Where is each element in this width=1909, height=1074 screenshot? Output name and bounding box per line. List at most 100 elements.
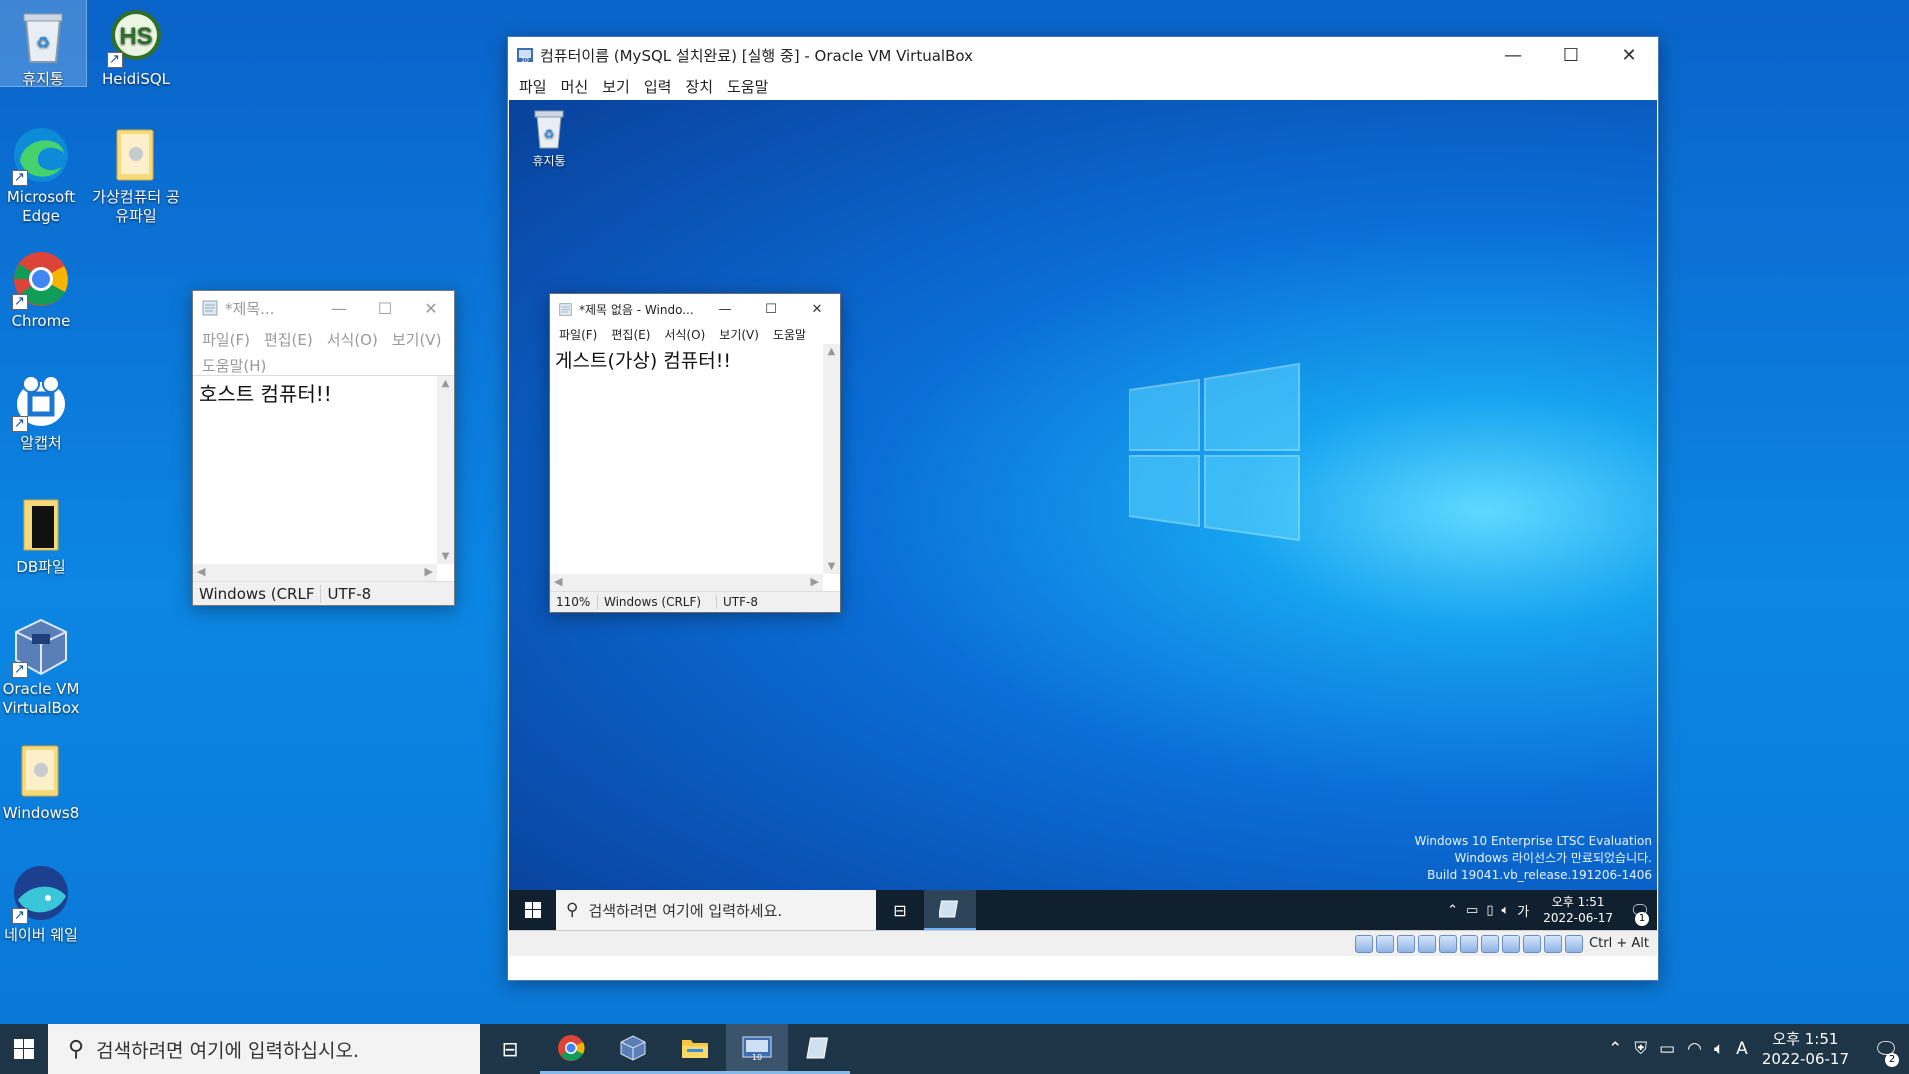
mouse-integration-status-icon[interactable] bbox=[1544, 934, 1563, 953]
recycle-bin-icon: ♻ bbox=[529, 106, 569, 150]
menu-view[interactable]: 보기(V) bbox=[385, 327, 449, 353]
menu-edit[interactable]: 편집(E) bbox=[257, 327, 320, 353]
host-notepad-window[interactable]: *제목... — ☐ ✕ 파일(F) 편집(E) 서식(O) 보기(V) 도움말… bbox=[192, 290, 455, 606]
volume-mute-icon[interactable]: 🔈︎ bbox=[1714, 1039, 1724, 1059]
menu-file[interactable]: 파일 bbox=[512, 74, 554, 99]
taskbar-notepad[interactable] bbox=[788, 1024, 850, 1074]
battery-icon[interactable]: ▭ bbox=[1659, 1039, 1675, 1059]
menu-devices[interactable]: 장치 bbox=[678, 74, 720, 99]
close-button[interactable]: ✕ bbox=[794, 294, 840, 324]
minimize-button[interactable]: — bbox=[316, 291, 362, 325]
title-bar[interactable]: *제목... — ☐ ✕ bbox=[193, 291, 454, 325]
desktop-icon-heidisql[interactable]: HS HeidiSQL bbox=[88, 0, 184, 89]
guest-desktop-icon-recycle-bin[interactable]: ♻ 휴지통 bbox=[519, 106, 579, 169]
desktop-icon-db-folder[interactable]: DB파일 bbox=[0, 488, 89, 577]
wifi-icon[interactable]: ◠ bbox=[1687, 1039, 1702, 1059]
vertical-scrollbar[interactable]: ▲ ▼ bbox=[437, 376, 454, 564]
menu-edit[interactable]: 편집(E) bbox=[604, 324, 657, 345]
menu-help[interactable]: 도움말 bbox=[720, 74, 775, 99]
security-icon[interactable]: ⛨ bbox=[1634, 1039, 1647, 1059]
network-status-icon[interactable] bbox=[1418, 934, 1437, 953]
task-view-button[interactable]: ⊟ bbox=[876, 890, 924, 930]
shortcut-arrow-icon bbox=[12, 660, 28, 679]
desktop-icon-edge[interactable]: Microsoft Edge bbox=[0, 118, 89, 226]
editor-content[interactable]: 호스트 컴퓨터!! bbox=[193, 376, 454, 409]
horizontal-scrollbar[interactable]: ◀ ▶ bbox=[550, 574, 823, 591]
menu-input[interactable]: 입력 bbox=[637, 74, 679, 99]
clock[interactable]: 오후 1:51 2022-06-17 bbox=[1762, 1029, 1849, 1069]
desktop-icon-windows8[interactable]: Windows8 bbox=[0, 734, 89, 823]
guest-notepad-window[interactable]: *제목 없음 - Windo... — ☐ ✕ 파일(F) 편집(E) 서식(O… bbox=[549, 293, 841, 613]
usb-status-icon[interactable] bbox=[1439, 934, 1458, 953]
minimize-button[interactable]: — bbox=[702, 294, 748, 324]
desktop-icon-label: 휴지통 bbox=[22, 70, 64, 88]
guest-start-button[interactable] bbox=[509, 890, 556, 930]
close-button[interactable]: ✕ bbox=[408, 291, 454, 325]
text-editor[interactable]: 호스트 컴퓨터!! ▲ ▼ ◀ ▶ bbox=[193, 375, 454, 581]
desktop-icon-shared-folder[interactable]: 가상컴퓨터 공유파일 bbox=[88, 118, 184, 226]
minimize-button[interactable]: — bbox=[1484, 37, 1542, 73]
recording-status-icon[interactable] bbox=[1502, 934, 1521, 953]
status-encoding: UTF-8 bbox=[327, 584, 372, 603]
optical-drive-status-icon[interactable] bbox=[1376, 934, 1395, 953]
guest-system-tray: ⌃ ▭ ▯ 🔈︎ 가 오후 1:51 2022-06-17 🗨︎ 1 bbox=[1443, 890, 1657, 930]
search-box[interactable]: ⚲ 검색하려면 여기에 입력하십시오. bbox=[48, 1024, 480, 1074]
guest-notification-button[interactable]: 🗨︎ 1 bbox=[1623, 901, 1657, 926]
guest-ime-indicator[interactable]: 가 bbox=[1517, 901, 1529, 920]
menu-help[interactable]: 도움말 bbox=[766, 324, 813, 345]
maximize-button[interactable]: ☐ bbox=[1542, 37, 1600, 73]
close-button[interactable]: ✕ bbox=[1600, 37, 1658, 73]
audio-status-icon[interactable] bbox=[1397, 934, 1416, 953]
shortcut-arrow-icon bbox=[12, 906, 28, 925]
guest-taskbar-notepad[interactable] bbox=[924, 890, 976, 930]
show-hidden-icons-icon[interactable]: ⌃ bbox=[1608, 1039, 1622, 1059]
desktop-icon-recycle-bin[interactable]: ♻ 휴지통 bbox=[0, 0, 87, 88]
guest-search-box[interactable]: ⚲ 검색하려면 여기에 입력하세요. bbox=[556, 890, 876, 930]
text-editor[interactable]: 게스트(가상) 컴퓨터!! ▲ ▼ ◀ ▶ bbox=[550, 344, 840, 591]
desktop-icon-virtualbox[interactable]: Oracle VM VirtualBox bbox=[0, 610, 89, 718]
host-key-label: Ctrl + Alt bbox=[1589, 936, 1649, 951]
taskbar-vm-window[interactable]: 10 bbox=[726, 1024, 788, 1074]
menu-file[interactable]: 파일(F) bbox=[195, 327, 257, 353]
start-button[interactable] bbox=[0, 1024, 48, 1074]
display-status-icon[interactable] bbox=[1481, 934, 1500, 953]
status-bar: Windows (CRLF UTF-8 bbox=[193, 581, 454, 605]
maximize-button[interactable]: ☐ bbox=[748, 294, 794, 324]
editor-content[interactable]: 게스트(가상) 컴퓨터!! bbox=[550, 344, 840, 375]
title-bar[interactable]: 10 컴퓨터이름 (MySQL 설치완료) [실행 중] - Oracle VM… bbox=[508, 37, 1658, 73]
horizontal-scrollbar[interactable]: ◀ ▶ bbox=[193, 564, 437, 581]
ime-indicator[interactable]: A bbox=[1736, 1039, 1748, 1059]
menu-machine[interactable]: 머신 bbox=[554, 74, 596, 99]
status-zoom: 110% bbox=[550, 595, 598, 609]
chrome-icon bbox=[558, 1034, 585, 1061]
desktop-icon-alcapture[interactable]: 알캡처 bbox=[0, 364, 89, 453]
shared-folders-status-icon[interactable] bbox=[1460, 934, 1479, 953]
taskbar-chrome[interactable] bbox=[540, 1024, 602, 1074]
volume-icon[interactable]: 🔈︎ bbox=[1501, 903, 1509, 918]
vertical-scrollbar[interactable]: ▲ ▼ bbox=[823, 344, 840, 574]
svg-text:♻: ♻ bbox=[544, 127, 555, 141]
desktop-icon-whale[interactable]: 네이버 웨일 bbox=[0, 856, 89, 945]
vt-x-status-icon[interactable] bbox=[1523, 934, 1542, 953]
menu-view[interactable]: 보기(V) bbox=[712, 324, 766, 345]
guest-clock[interactable]: 오후 1:51 2022-06-17 bbox=[1543, 894, 1613, 926]
keyboard-capture-status-icon[interactable] bbox=[1565, 934, 1584, 953]
maximize-button[interactable]: ☐ bbox=[362, 291, 408, 325]
network-icon[interactable]: ▭ bbox=[1466, 903, 1478, 918]
task-view-button[interactable]: ⊟ bbox=[480, 1024, 540, 1074]
menu-format[interactable]: 서식(O) bbox=[657, 324, 712, 345]
display-icon[interactable]: ▯ bbox=[1486, 903, 1493, 918]
menu-view[interactable]: 보기 bbox=[595, 74, 637, 99]
vm-display[interactable]: ♻ 휴지통 *제목 없음 - Windo... — ☐ ✕ 파일(F) 편집(E… bbox=[509, 100, 1657, 956]
menu-file[interactable]: 파일(F) bbox=[552, 324, 604, 345]
notification-center-button[interactable]: 🗨︎ 2 bbox=[1863, 1037, 1909, 1067]
taskbar-file-explorer[interactable] bbox=[664, 1024, 726, 1074]
virtualbox-window[interactable]: 10 컴퓨터이름 (MySQL 설치완료) [실행 중] - Oracle VM… bbox=[507, 36, 1659, 981]
taskbar-virtualbox[interactable] bbox=[602, 1024, 664, 1074]
show-hidden-icons-icon[interactable]: ⌃ bbox=[1447, 903, 1458, 918]
menu-format[interactable]: 서식(O) bbox=[320, 327, 385, 353]
hard-disk-status-icon[interactable] bbox=[1355, 934, 1374, 953]
title-bar[interactable]: *제목 없음 - Windo... — ☐ ✕ bbox=[550, 294, 840, 324]
desktop-icon-chrome[interactable]: Chrome bbox=[0, 242, 89, 331]
desktop-icon-label: 알캡처 bbox=[20, 434, 62, 452]
